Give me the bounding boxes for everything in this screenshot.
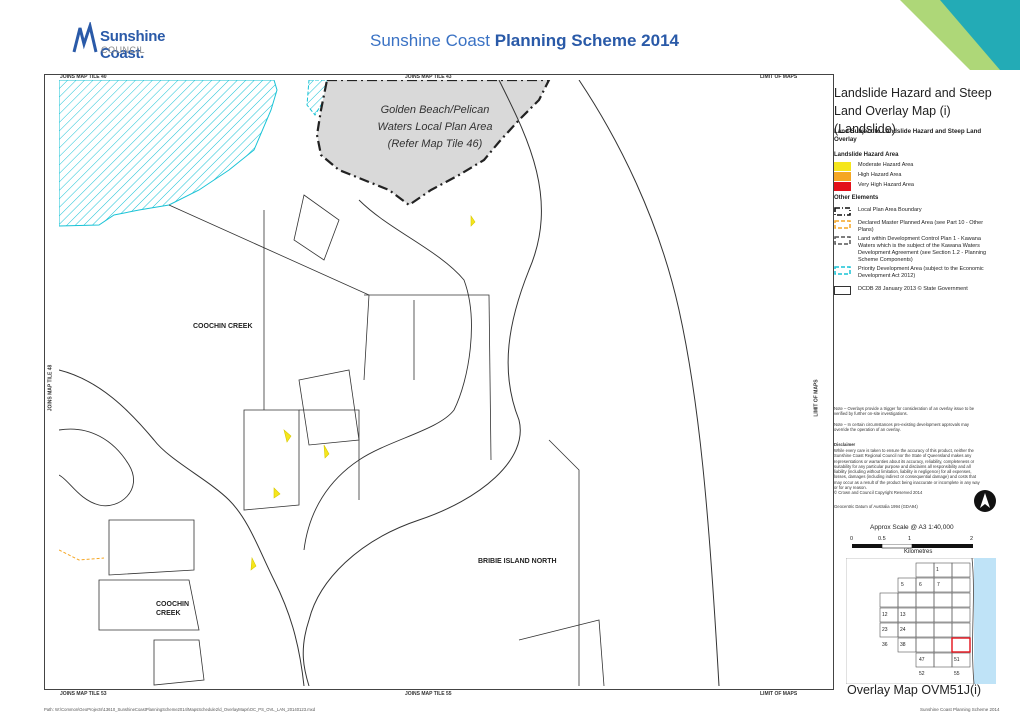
inner-channel xyxy=(303,199,472,551)
disclaimer-heading: Disclaimer xyxy=(834,442,856,447)
index-tile-38[interactable]: 38 xyxy=(900,642,906,648)
kawana-dcp-icon xyxy=(834,236,851,245)
page-title: Sunshine Coast Planning Scheme 2014 xyxy=(370,31,679,51)
datum-text: Geocentric Datum of Australia 1994 (GDA9… xyxy=(834,504,918,509)
edge-label-bottom-left: JOINS MAP TILE 53 xyxy=(60,691,107,697)
page-title-bold: Planning Scheme 2014 xyxy=(494,31,679,50)
scale-tick-0: 0 xyxy=(850,536,854,542)
index-tile-6[interactable]: 6 xyxy=(919,582,922,588)
plan-area-label: Golden Beach/Pelican Waters Local Plan A… xyxy=(355,102,515,153)
hazard-heading: Landslide Hazard Area xyxy=(834,152,899,158)
logo-mark-icon xyxy=(72,22,98,53)
logo-council-text: COUNCIL xyxy=(101,45,146,55)
legend-subtitle: Land Subject to Landslide Hazard and Ste… xyxy=(834,128,982,143)
legend-item-dcdb: DCDB 28 January 2013 © State Government xyxy=(834,286,994,296)
legend-label-dcdb: DCDB 28 January 2013 © State Government xyxy=(858,286,968,292)
index-tile-12[interactable]: 12 xyxy=(882,612,888,618)
local-plan-boundary-icon xyxy=(834,207,851,216)
index-tile-47[interactable]: 47 xyxy=(919,657,925,663)
island-shoreline xyxy=(578,80,720,686)
legend-item-priority: Priority Development Area (subject to th… xyxy=(834,266,994,279)
plan-area-label-line-1: Golden Beach/Pelican xyxy=(380,104,490,116)
priority-development-area xyxy=(59,80,278,227)
edge-label-left: JOINS MAP TILE 48 xyxy=(47,364,54,412)
legend-title-line-2: Land Overlay Map (i) xyxy=(834,104,951,118)
page-header: Sunshine Coast. COUNCIL Sunshine Coast P… xyxy=(0,0,1020,70)
declared-master-planned-area xyxy=(59,549,105,561)
scale-tick-2: 2 xyxy=(970,536,974,542)
scale-tick-0-5: 0.5 xyxy=(878,536,886,542)
legend-item-high: High Hazard Area xyxy=(834,172,994,182)
place-label-bribie-island-north: BRIBIE ISLAND NORTH xyxy=(478,558,557,565)
place-label-coochin-creek: COOCHIN CREEK xyxy=(193,323,253,330)
legend-item-kawana: Land within Development Control Plan 1 -… xyxy=(834,236,994,263)
index-map-graphic xyxy=(846,558,996,684)
plan-area-label-line-3: (Refer Map Tile 46) xyxy=(387,138,483,150)
note-approvals: Note – In certain circumstances pre-exis… xyxy=(834,422,969,433)
scale-label: Approx Scale @ A3 1:40,000 xyxy=(870,524,954,531)
waterway-left-bank xyxy=(59,369,305,686)
legend-item-master-planned: Declared Master Planned Area (see Part 1… xyxy=(834,220,994,233)
index-map[interactable]: 1 5 6 7 12 13 23 24 36 38 47 51 52 55 xyxy=(846,558,996,684)
index-tile-1[interactable]: 1 xyxy=(936,567,939,573)
index-tile-55[interactable]: 55 xyxy=(954,671,960,677)
other-heading: Other Elements xyxy=(834,195,879,201)
edge-label-bottom-center: JOINS MAP TILE 55 xyxy=(405,691,452,697)
index-tile-5[interactable]: 5 xyxy=(901,582,904,588)
plan-area-label-line-2: Waters Local Plan Area xyxy=(377,121,493,133)
disclaimer-text: While every care is taken to ensure the … xyxy=(834,448,980,491)
legend-title-line-1: Landslide Hazard and Steep xyxy=(834,86,992,100)
legend-label-local-plan: Local Plan Area Boundary xyxy=(858,207,922,213)
place-label-coochin-line-1: COOCHIN xyxy=(156,601,190,608)
moderate-swatch xyxy=(834,162,851,171)
scale-tick-1: 1 xyxy=(908,536,912,542)
index-tile-51[interactable]: 51 xyxy=(954,657,960,663)
legend-label-priority: Priority Development Area (subject to th… xyxy=(858,266,984,279)
moderate-hazard-areas xyxy=(250,215,476,571)
index-tile-13[interactable]: 13 xyxy=(900,612,906,618)
copyright-text: © Crown and Council Copyright Reserved 2… xyxy=(834,490,923,495)
north-arrow-icon xyxy=(974,490,996,512)
index-tile-23[interactable]: 23 xyxy=(882,627,888,633)
dcdb-swatch xyxy=(834,286,851,295)
coastal-inlet xyxy=(59,428,135,507)
scale-unit: Kilometres xyxy=(904,549,933,555)
index-tile-24[interactable]: 24 xyxy=(900,627,906,633)
legend-item-moderate: Moderate Hazard Area xyxy=(834,162,994,172)
priority-area-icon xyxy=(834,266,851,275)
map-canvas[interactable] xyxy=(59,80,821,686)
legend-item-local-plan: Local Plan Area Boundary xyxy=(834,207,994,217)
legend-label-very-high: Very High Hazard Area xyxy=(858,182,914,188)
place-label-coochin-line-2: CREEK xyxy=(156,610,181,617)
legend-label-high: High Hazard Area xyxy=(858,172,902,178)
legend-item-very-high: Very High Hazard Area xyxy=(834,182,994,192)
legend-label-master-planned: Declared Master Planned Area (see Part 1… xyxy=(858,220,984,233)
legend-label-moderate: Moderate Hazard Area xyxy=(858,162,914,168)
overlay-map-title: Overlay Map OVM51J(i) xyxy=(847,683,982,697)
high-swatch xyxy=(834,172,851,181)
header-decoration-graphic xyxy=(900,0,1020,70)
footer-scheme-name: Sunshine Coast Planning Scheme 2014 xyxy=(920,707,1000,712)
council-logo: Sunshine Coast. COUNCIL xyxy=(70,22,190,62)
index-tile-7[interactable]: 7 xyxy=(937,582,940,588)
index-tile-36[interactable]: 36 xyxy=(882,642,888,648)
page-title-plain: Sunshine Coast xyxy=(370,31,495,50)
very-high-swatch xyxy=(834,182,851,191)
edge-label-bottom-right: LIMIT OF MAPS xyxy=(760,691,798,697)
master-planned-icon xyxy=(834,220,851,229)
legend-label-kawana: Land within Development Control Plan 1 -… xyxy=(858,236,987,263)
footer-file-path: Path: W:\Common\GeoProjects\13610_Sunshi… xyxy=(44,707,316,712)
note-overlay-trigger: Note – Overlays provide a trigger for co… xyxy=(834,406,975,417)
index-tile-52[interactable]: 52 xyxy=(919,671,925,677)
